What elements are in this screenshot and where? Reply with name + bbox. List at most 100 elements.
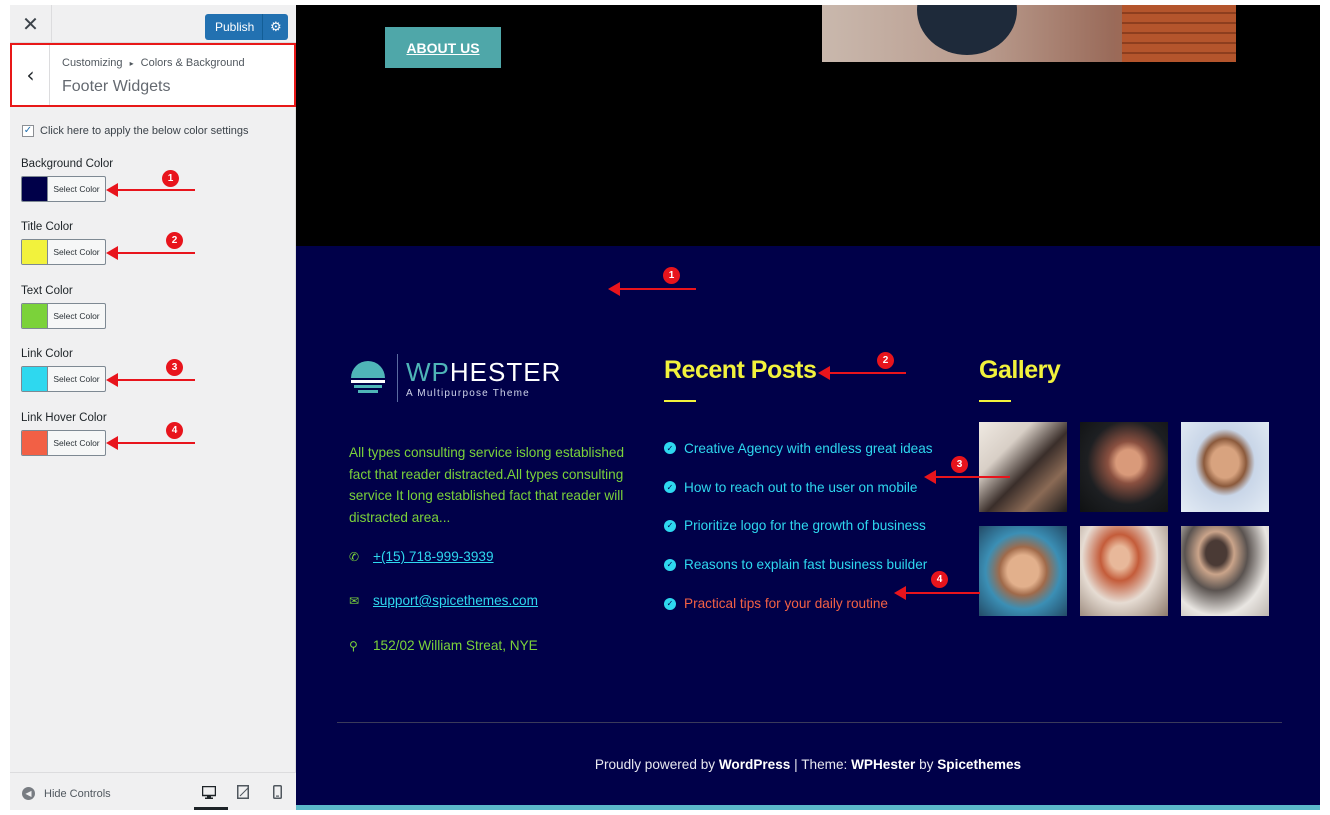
- check-circle-icon: ✓: [664, 519, 676, 532]
- background-color-label: Background Color: [21, 158, 114, 170]
- close-customizer-button[interactable]: ✕: [10, 5, 52, 43]
- phone-link[interactable]: +(15) 718-999-3939: [373, 549, 494, 564]
- hero-image: [822, 5, 1236, 62]
- logo-name: HESTER: [449, 356, 562, 387]
- author-link[interactable]: Spicethemes: [937, 757, 1021, 772]
- text-color-swatch[interactable]: [22, 304, 48, 328]
- background-color-swatch[interactable]: [22, 177, 48, 201]
- apply-color-settings[interactable]: ✓ Click here to apply the below color se…: [22, 125, 249, 137]
- close-icon: ✕: [22, 12, 39, 36]
- copyright-prefix: Proudly powered by: [594, 757, 719, 772]
- list-item[interactable]: ✓ Practical tips for your daily routine: [664, 584, 933, 623]
- gallery-title: Gallery: [979, 356, 1061, 384]
- title-color-label: Title Color: [21, 221, 73, 233]
- panel-title: Footer Widgets: [62, 78, 171, 95]
- recent-posts-list: ✓ Creative Agency with endless great ide…: [664, 429, 933, 623]
- post-link-hovered[interactable]: Practical tips for your daily routine: [684, 596, 888, 611]
- footer-copyright: Proudly powered by WordPress | Theme: WP…: [296, 757, 1320, 772]
- preview-desktop-button[interactable]: [194, 783, 228, 810]
- post-link[interactable]: How to reach out to the user on mobile: [684, 480, 918, 495]
- annotation-arrow: [924, 470, 1010, 484]
- publish-group: Publish ⚙: [205, 14, 289, 40]
- gallery-image[interactable]: [1080, 526, 1168, 616]
- list-item[interactable]: ✓ How to reach out to the user on mobile: [664, 468, 933, 507]
- post-link[interactable]: Reasons to explain fast business builder: [684, 557, 927, 572]
- link-color-setting: Link Color Select Color: [21, 348, 106, 392]
- theme-link[interactable]: WPHester: [851, 757, 915, 772]
- footer-about-text: All types consulting service islong esta…: [349, 445, 625, 525]
- annotation-marker: 1: [663, 267, 680, 284]
- list-item[interactable]: ✓ Creative Agency with endless great ide…: [664, 429, 933, 468]
- footer-address: ⚲ 152/02 William Streat, NYE: [349, 638, 538, 653]
- link-color-swatch[interactable]: [22, 367, 48, 391]
- customizer-footer: ◀ Hide Controls: [10, 772, 296, 810]
- list-item[interactable]: ✓ Prioritize logo for the growth of busi…: [664, 507, 933, 546]
- annotation-marker: 1: [162, 170, 179, 187]
- check-circle-icon: ✓: [664, 481, 676, 494]
- desktop-icon: [202, 785, 216, 799]
- gallery-image[interactable]: [1080, 422, 1168, 512]
- post-link[interactable]: Creative Agency with endless great ideas: [684, 441, 933, 456]
- phone-icon: ✆: [349, 549, 360, 564]
- chevron-left-icon: ‹: [26, 63, 35, 87]
- gear-icon: ⚙: [270, 19, 282, 35]
- annotation-marker: 4: [931, 571, 948, 588]
- select-color-button[interactable]: Select Color: [48, 240, 105, 264]
- annotation-arrow: [106, 373, 195, 387]
- footer-bottom-border: [296, 805, 1320, 810]
- title-color-setting: Title Color Select Color: [21, 221, 106, 265]
- list-item[interactable]: ✓ Reasons to explain fast business build…: [664, 545, 933, 584]
- gallery-image[interactable]: [1181, 422, 1269, 512]
- annotation-marker: 2: [877, 352, 894, 369]
- select-color-button[interactable]: Select Color: [48, 367, 105, 391]
- post-link[interactable]: Prioritize logo for the growth of busine…: [684, 518, 926, 533]
- apply-checkbox-label: Click here to apply the below color sett…: [40, 125, 249, 137]
- gallery-image[interactable]: [979, 526, 1067, 616]
- publish-settings-button[interactable]: ⚙: [262, 14, 289, 40]
- publish-button[interactable]: Publish: [205, 14, 263, 40]
- background-color-picker[interactable]: Select Color: [21, 176, 106, 202]
- hero-section: ABOUT US: [296, 5, 1320, 246]
- site-logo[interactable]: WPHESTER A Multipurpose Theme: [349, 354, 561, 402]
- title-color-picker[interactable]: Select Color: [21, 239, 106, 265]
- title-color-swatch[interactable]: [22, 240, 48, 264]
- annotation-arrow: [608, 282, 696, 296]
- preview-mobile-button[interactable]: [268, 783, 286, 801]
- logo-icon: [351, 361, 385, 393]
- select-color-button[interactable]: Select Color: [48, 304, 105, 328]
- link-hover-color-swatch[interactable]: [22, 431, 48, 455]
- check-circle-icon: ✓: [664, 442, 676, 455]
- email-link[interactable]: support@spicethemes.com: [373, 593, 538, 608]
- map-pin-icon: ⚲: [349, 638, 358, 653]
- footer-phone: ✆ +(15) 718-999-3939: [349, 549, 494, 564]
- about-us-button[interactable]: ABOUT US: [385, 27, 501, 68]
- text-color-picker[interactable]: Select Color: [21, 303, 106, 329]
- link-hover-color-picker[interactable]: Select Color: [21, 430, 106, 456]
- check-circle-icon: ✓: [664, 597, 676, 610]
- link-color-picker[interactable]: Select Color: [21, 366, 106, 392]
- copyright-sep: | Theme:: [790, 757, 852, 772]
- link-hover-color-setting: Link Hover Color Select Color: [21, 412, 107, 456]
- apply-checkbox[interactable]: ✓: [22, 125, 34, 137]
- back-button[interactable]: ‹: [12, 45, 50, 105]
- check-circle-icon: ✓: [664, 558, 676, 571]
- customizer-header: ✕ Publish ⚙: [10, 5, 296, 43]
- collapse-icon: ◀: [22, 787, 35, 800]
- text-color-label: Text Color: [21, 285, 73, 297]
- wordpress-link[interactable]: WordPress: [719, 757, 791, 772]
- envelope-icon: ✉: [349, 593, 360, 608]
- breadcrumb: Customizing ▸ Colors & Background: [62, 57, 245, 69]
- select-color-button[interactable]: Select Color: [48, 177, 105, 201]
- breadcrumb-root: Customizing: [62, 57, 123, 69]
- customizer-sidebar: ✕ Publish ⚙ ‹ Customizing ▸ Colors & Bac…: [10, 5, 296, 810]
- preview-tablet-button[interactable]: [234, 783, 252, 801]
- recent-posts-title-underline: [664, 400, 696, 402]
- text-color-setting: Text Color Select Color: [21, 285, 106, 329]
- footer-widgets: WPHESTER A Multipurpose Theme All types …: [296, 246, 1320, 805]
- gallery-image[interactable]: [979, 422, 1067, 512]
- select-color-button[interactable]: Select Color: [48, 431, 105, 455]
- footer-email: ✉ support@spicethemes.com: [349, 593, 538, 608]
- site-preview: ABOUT US WPHESTER A Multipurpose Theme A…: [296, 5, 1320, 810]
- gallery-image[interactable]: [1181, 526, 1269, 616]
- hide-controls-button[interactable]: ◀ Hide Controls: [22, 787, 111, 800]
